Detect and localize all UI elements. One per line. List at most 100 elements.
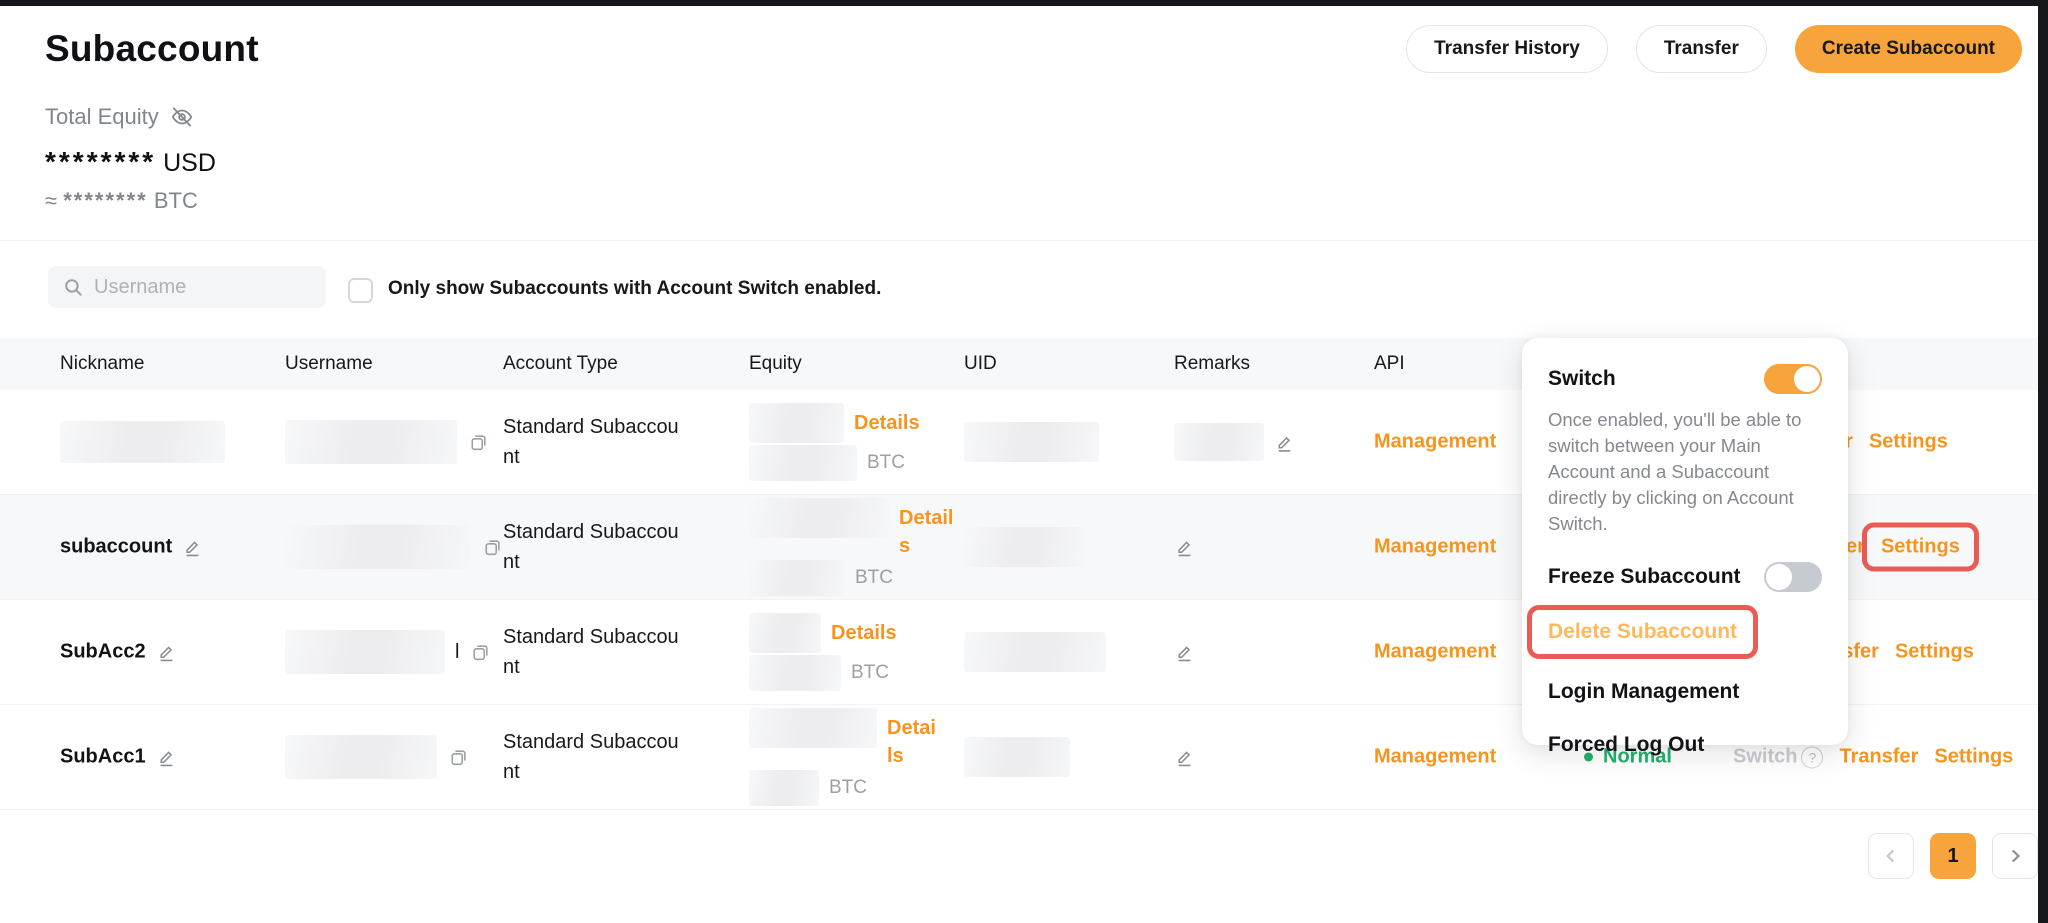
masked-uid	[964, 422, 1099, 462]
col-remarks: Remarks	[1174, 353, 1250, 375]
freeze-toggle[interactable]	[1764, 562, 1822, 592]
btc-unit-label: BTC	[851, 662, 889, 684]
header-buttons: Transfer History Transfer Create Subacco…	[1406, 25, 2022, 73]
account-type-line1: Standard Subaccou	[503, 622, 679, 652]
account-type-line2: nt	[503, 442, 679, 472]
col-nickname: Nickname	[60, 353, 144, 375]
login-management-item[interactable]: Login Management	[1548, 680, 1822, 704]
account-type-line2: nt	[503, 757, 679, 787]
account-type-line2: nt	[503, 547, 679, 577]
btc-unit: BTC	[154, 188, 198, 213]
settings-link[interactable]: Settings	[1869, 431, 1948, 454]
top-window-edge	[0, 0, 2048, 6]
transfer-history-button[interactable]: Transfer History	[1406, 25, 1608, 73]
masked-equity-btc	[749, 560, 845, 596]
copy-icon[interactable]	[469, 642, 490, 663]
account-type-line1: Standard Subaccou	[503, 517, 679, 547]
nickname-text: subaccount	[60, 536, 172, 559]
equity-cell: Detail s BTC	[749, 497, 953, 597]
equity-details-link-wrap[interactable]: s	[899, 535, 910, 557]
account-type-line1: Standard Subaccou	[503, 412, 679, 442]
equity-details-link[interactable]: Detai	[887, 717, 936, 740]
btc-unit-label: BTC	[855, 567, 893, 589]
api-management-link[interactable]: Management	[1374, 431, 1496, 454]
page-title: Subaccount	[45, 28, 259, 70]
equity-cell: Details BTC	[749, 612, 897, 692]
masked-uid	[964, 737, 1070, 777]
masked-btc-value: ********	[63, 188, 148, 213]
account-type: Standard Subaccou nt	[503, 517, 679, 577]
masked-equity	[749, 498, 889, 538]
masked-nickname	[60, 421, 225, 463]
toggle-knob	[1766, 564, 1792, 590]
total-equity-label: Total Equity	[45, 104, 195, 130]
masked-username	[285, 525, 471, 569]
masked-uid	[964, 632, 1106, 672]
col-api: API	[1374, 353, 1405, 375]
masked-username	[285, 735, 437, 779]
page-number-button[interactable]: 1	[1930, 833, 1976, 879]
equity-details-link-wrap[interactable]: ls	[887, 745, 904, 767]
switch-toggle[interactable]	[1764, 364, 1822, 394]
api-management-link[interactable]: Management	[1374, 746, 1496, 769]
total-equity-usd: ******** USD	[45, 146, 216, 178]
edit-remark-icon[interactable]	[1174, 642, 1195, 663]
api-management-link[interactable]: Management	[1374, 641, 1496, 664]
search-input[interactable]	[94, 276, 312, 299]
eye-off-icon[interactable]	[169, 104, 195, 130]
col-equity: Equity	[749, 353, 802, 375]
col-uid: UID	[964, 353, 997, 375]
settings-link[interactable]: Settings	[1881, 536, 1960, 558]
masked-usd-value: ********	[45, 146, 156, 177]
masked-username	[285, 630, 445, 674]
edit-nickname-icon[interactable]	[182, 537, 203, 558]
account-type: Standard Subaccou nt	[503, 622, 679, 682]
masked-equity-btc	[749, 655, 841, 691]
transfer-button[interactable]: Transfer	[1636, 25, 1767, 73]
account-type-line1: Standard Subaccou	[503, 727, 679, 757]
equity-details-link[interactable]: Details	[831, 622, 897, 645]
copy-icon[interactable]	[467, 432, 488, 453]
forced-log-out-item[interactable]: Forced Log Out	[1548, 733, 1822, 757]
transfer-link[interactable]: Transfer	[1839, 746, 1918, 769]
prev-page-button[interactable]	[1868, 833, 1914, 879]
total-equity-text: Total Equity	[45, 104, 159, 130]
edit-remark-icon[interactable]	[1174, 747, 1195, 768]
delete-subaccount-item[interactable]: Delete Subaccount	[1548, 620, 1737, 643]
switch-description: Once enabled, you'll be able to switch b…	[1548, 407, 1822, 537]
masked-remark	[1174, 423, 1264, 461]
toggle-knob	[1794, 366, 1820, 392]
masked-uid	[964, 527, 1084, 567]
edit-remark-icon[interactable]	[1174, 537, 1195, 558]
masked-equity	[749, 708, 877, 748]
approx-symbol: ≈	[45, 188, 57, 213]
switch-filter-checkbox[interactable]	[348, 278, 373, 303]
total-equity-btc: ≈ ******** BTC	[45, 188, 198, 214]
edit-nickname-icon[interactable]	[156, 642, 177, 663]
masked-equity-btc	[749, 445, 857, 481]
right-window-edge	[2038, 0, 2048, 923]
subaccount-page: Subaccount Transfer History Transfer Cre…	[0, 0, 2048, 923]
equity-details-link[interactable]: Details	[854, 412, 920, 435]
settings-highlight-box: Settings	[1862, 523, 1979, 572]
section-divider	[0, 240, 2038, 241]
edit-nickname-icon[interactable]	[156, 747, 177, 768]
masked-equity	[749, 613, 821, 653]
username-visible-char: l	[455, 641, 459, 664]
edit-remark-icon[interactable]	[1274, 432, 1295, 453]
username-search[interactable]	[48, 266, 326, 308]
create-subaccount-button[interactable]: Create Subaccount	[1795, 25, 2022, 73]
settings-link[interactable]: Settings	[1895, 641, 1974, 664]
switch-filter-label: Only show Subaccounts with Account Switc…	[388, 278, 881, 300]
equity-details-link[interactable]: Detail	[899, 507, 953, 530]
settings-link[interactable]: Settings	[1934, 746, 2013, 769]
copy-icon[interactable]	[481, 537, 502, 558]
account-type-line2: nt	[503, 652, 679, 682]
api-management-link[interactable]: Management	[1374, 536, 1496, 559]
next-page-button[interactable]	[1992, 833, 2038, 879]
switch-toggle-label: Switch	[1548, 367, 1616, 391]
copy-icon[interactable]	[447, 747, 468, 768]
btc-unit-label: BTC	[829, 777, 867, 799]
account-type: Standard Subaccou nt	[503, 412, 679, 472]
masked-username	[285, 420, 457, 464]
